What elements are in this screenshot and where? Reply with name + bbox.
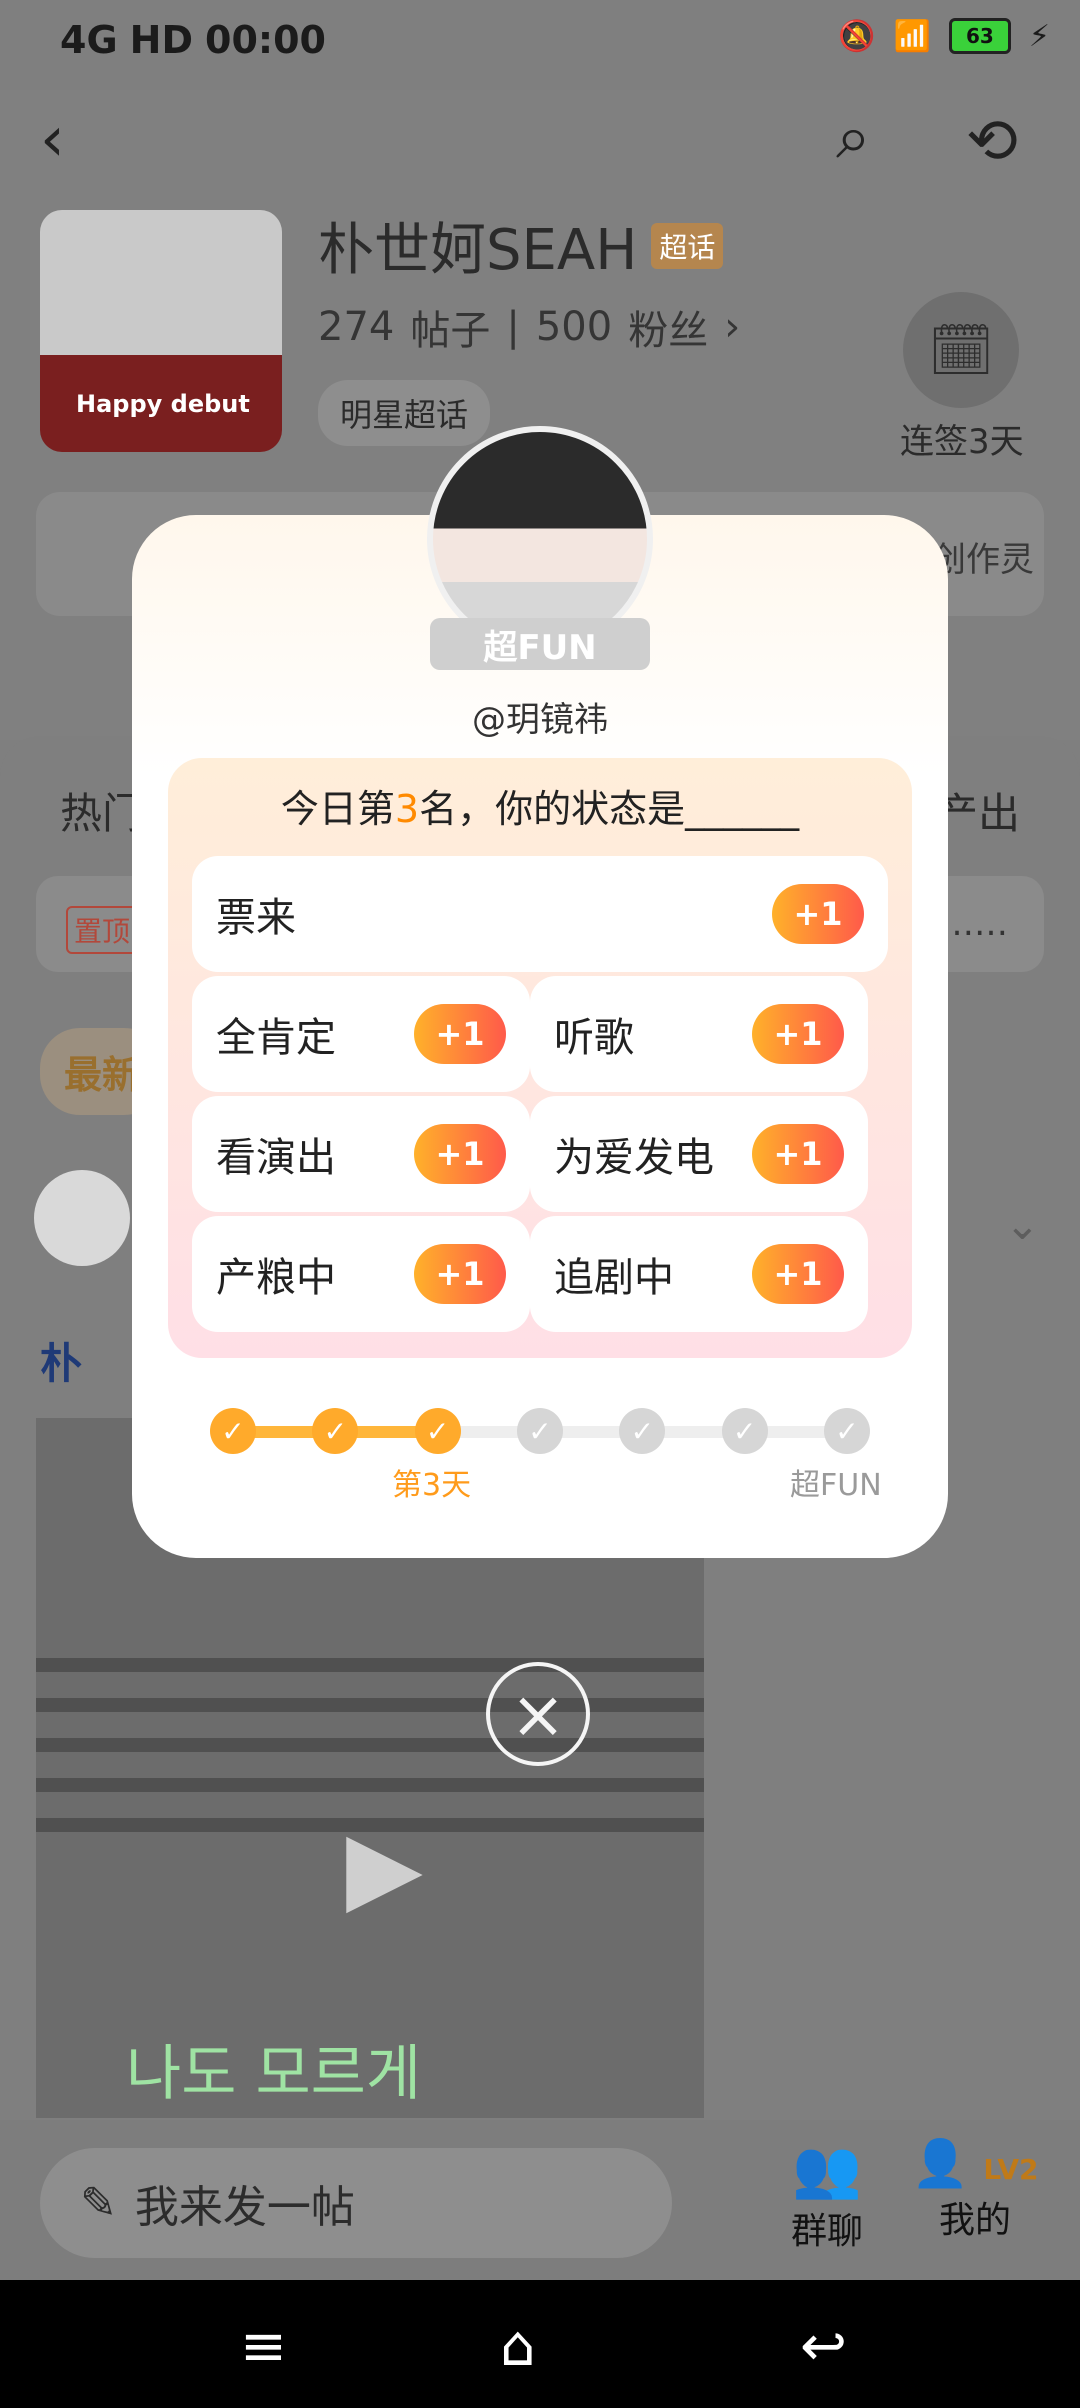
rank: 3 (394, 787, 420, 831)
divider: | (506, 304, 520, 350)
stripe (36, 1738, 704, 1752)
chevron-down-icon[interactable]: ⌄ (1005, 1200, 1040, 1249)
video-text: 나도 모르게 (126, 2039, 422, 2109)
option-tile-3[interactable]: 听歌 +1 (530, 976, 868, 1092)
modal-ribbon: 超FUN (430, 618, 650, 670)
prompt-prefix: 今日第 (280, 787, 395, 831)
user-icon: 👤 (911, 2136, 969, 2190)
clock: 00:00 (205, 18, 326, 62)
stats-row[interactable]: 274 帖子 | 500 粉丝 › (318, 298, 740, 356)
topic-badge: 超话 (651, 222, 724, 269)
page-title-row: 朴世妸SEAH 超话 (318, 205, 724, 286)
option-tile-1[interactable]: 票来 +1 (192, 856, 888, 972)
option-label: 看演出 (216, 1135, 336, 1181)
pen-icon: ✎ (80, 2177, 117, 2229)
me-button[interactable]: 👤 LV2 我的 (900, 2136, 1050, 2243)
search-icon[interactable]: ⌕ (836, 100, 871, 174)
fans-count: 500 (535, 304, 613, 350)
posts-count: 274 (318, 304, 395, 350)
prompt-suffix: 名，你的状态是______ (419, 787, 800, 831)
calendar-check-icon: 🗓 (927, 320, 994, 381)
wifi-icon: 📶 (893, 18, 931, 54)
modal-username: @玥镜祎 (472, 700, 608, 740)
progress-dot: ✓ (824, 1408, 870, 1454)
plus-button[interactable]: +1 (752, 1124, 844, 1184)
checkin-button[interactable]: 🗓 (903, 292, 1019, 408)
progress-dot: ✓ (517, 1408, 563, 1454)
post-placeholder: 我来发一帖 (134, 2182, 355, 2233)
option-label: 产粮中 (216, 1255, 336, 1301)
option-tile-4[interactable]: 看演出 +1 (192, 1096, 530, 1212)
option-tile-7[interactable]: 追剧中 +1 (530, 1216, 868, 1332)
status-bar: 4G HD 00:00 🔕 📶 63 ⚡ (0, 0, 1080, 90)
plus-button[interactable]: +1 (752, 1244, 844, 1304)
close-button[interactable]: × (486, 1662, 590, 1766)
status-right: 🔕 📶 63 ⚡ (838, 18, 1050, 54)
supertopic-cover: Happy debut (40, 210, 282, 452)
option-label: 全肯定 (216, 1015, 336, 1061)
page-title: 朴世妸SEAH (318, 218, 638, 283)
plus-button[interactable]: +1 (414, 1004, 506, 1064)
share-icon[interactable]: ⟲ (966, 104, 1018, 177)
plus-button[interactable]: +1 (772, 884, 864, 944)
stripe (36, 1658, 704, 1672)
option-tile-6[interactable]: 产粮中 +1 (192, 1216, 530, 1332)
close-icon: × (510, 1675, 566, 1753)
poster-name[interactable]: 朴 (40, 1330, 82, 1391)
progress-dot: ✓ (619, 1408, 666, 1454)
stripe (36, 1778, 704, 1792)
battery-indicator: 63 (948, 18, 1011, 54)
pinned-tag: 置顶 (66, 906, 139, 954)
home-icon[interactable]: ⌂ (500, 2314, 536, 2379)
chevron-right-icon: › (724, 304, 741, 350)
status-left: 4G HD 00:00 (60, 18, 326, 62)
checkin-label: 连签3天 (900, 422, 1024, 462)
cover-text: Happy debut (76, 390, 250, 418)
pinned-more: …… (940, 904, 1008, 944)
checkin-progress: ✓ ✓ ✓ ✓ ✓ ✓ ✓ (210, 1402, 870, 1462)
progress-dot: ✓ (210, 1408, 256, 1454)
group-chat-label: 群聊 (790, 2211, 863, 2252)
topic-tag[interactable]: 明星超话 (318, 380, 491, 446)
progress-dot: ✓ (721, 1408, 768, 1454)
network-type: 4G (60, 18, 118, 62)
posts-label: 帖子 (410, 308, 491, 354)
mute-icon: 🔕 (838, 18, 876, 54)
plus-button[interactable]: +1 (752, 1004, 844, 1064)
option-label: 听歌 (554, 1015, 634, 1061)
signal-type: HD (129, 18, 193, 62)
play-icon[interactable]: ▶ (346, 1808, 423, 1925)
option-label: 票来 (216, 895, 296, 941)
system-nav-bar: ≡ ⌂ ↩ (0, 2280, 1080, 2408)
group-chat-icon: 👥 (792, 2137, 862, 2202)
plus-button[interactable]: +1 (414, 1244, 506, 1304)
back-icon[interactable]: ‹ (40, 102, 65, 175)
option-tile-5[interactable]: 为爱发电 +1 (530, 1096, 868, 1212)
level-badge: LV2 (983, 2153, 1039, 2186)
status-prompt: 今日第3名，你的状态是______ (168, 778, 912, 833)
tab-output[interactable]: 产出 (936, 780, 1020, 841)
fans-label: 粉丝 (628, 308, 709, 354)
option-label: 为爱发电 (554, 1135, 714, 1181)
plus-button[interactable]: +1 (414, 1124, 506, 1184)
group-chat-button[interactable]: 👥 群聊 (752, 2136, 902, 2254)
me-icon: 👤 LV2 (900, 2136, 1050, 2191)
avatar[interactable] (34, 1170, 130, 1266)
final-day-label: 超FUN (790, 1468, 882, 1503)
progress-dot: ✓ (312, 1408, 359, 1454)
current-day-label: 第3天 (392, 1468, 472, 1503)
me-label: 我的 (938, 2200, 1011, 2241)
back-nav-icon[interactable]: ↩ (800, 2314, 847, 2379)
charging-icon: ⚡ (1028, 18, 1050, 54)
menu-icon[interactable]: ≡ (240, 2314, 287, 2379)
progress-dot: ✓ (414, 1408, 461, 1454)
option-label: 追剧中 (554, 1255, 674, 1301)
stripe (36, 1698, 704, 1712)
option-tile-2[interactable]: 全肯定 +1 (192, 976, 530, 1092)
post-input[interactable]: ✎ 我来发一帖 (40, 2148, 672, 2258)
